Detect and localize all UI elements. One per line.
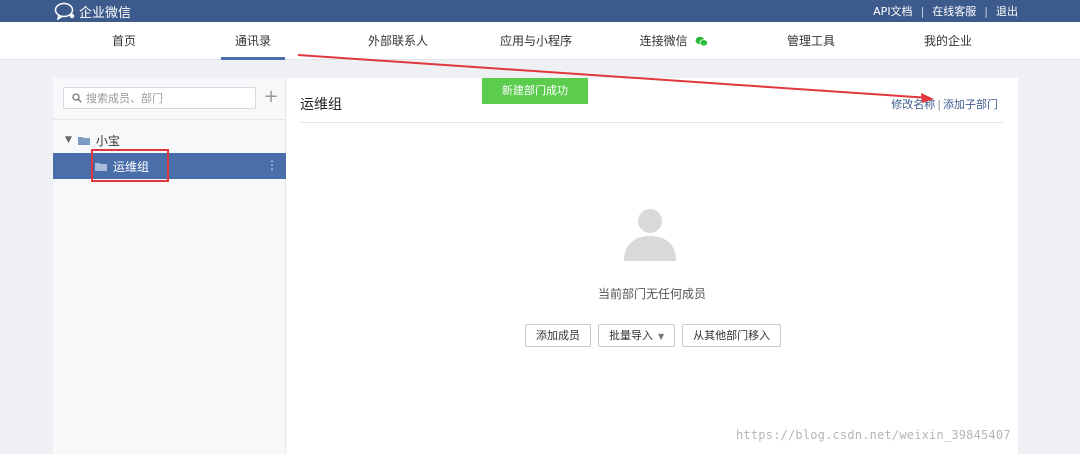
contacts-panel: + ▼ 小宝 运维组 ⋮ 运维组 新建部门成功 修改名称 | 添加子部门 <box>53 78 1018 454</box>
app-name: 企业微信 <box>79 5 132 21</box>
divider <box>53 119 285 120</box>
nav-item-admin-tools[interactable]: 管理工具 <box>781 22 841 60</box>
nav-item-contacts[interactable]: 通讯录 <box>221 22 285 60</box>
tree-node-root[interactable]: ▼ 小宝 <box>65 132 120 148</box>
caret-down-icon[interactable]: ▼ <box>65 135 72 145</box>
nav-item-my-company[interactable]: 我的企业 <box>918 22 978 60</box>
move-from-other-department-button[interactable]: 从其他部门移入 <box>682 324 782 347</box>
separator: | <box>984 4 988 18</box>
nav-item-connect-wechat-label: 连接微信 <box>639 34 688 48</box>
department-actions: 修改名称 | 添加子部门 <box>891 96 998 112</box>
api-docs-link[interactable]: API文档 <box>873 3 912 19</box>
dropdown-arrow-icon: ▼ <box>658 332 665 341</box>
member-actions: 添加成员 批量导入 ▼ 从其他部门移入 <box>525 324 788 347</box>
nav-item-external-contacts[interactable]: 外部联系人 <box>362 22 434 60</box>
department-content: 运维组 新建部门成功 修改名称 | 添加子部门 当前部门无任何成员 添加成员 批… <box>286 78 1018 454</box>
department-title: 运维组 <box>300 97 342 113</box>
separator: | <box>937 97 941 111</box>
tree-node-root-label: 小宝 <box>95 133 120 148</box>
empty-avatar-icon <box>624 209 676 261</box>
rename-link[interactable]: 修改名称 <box>891 96 935 112</box>
top-bar: 企业微信 API文档 | 在线客服 | 退出 <box>0 0 1080 22</box>
add-department-button[interactable]: + <box>261 86 281 108</box>
folder-icon <box>77 136 90 145</box>
annotation-highlight-box <box>91 149 169 182</box>
batch-import-label: 批量导入 <box>609 329 653 342</box>
tree-node-selected[interactable]: 运维组 ⋮ <box>53 153 286 179</box>
divider <box>300 122 1003 123</box>
nav-item-connect-wechat[interactable]: 连接微信 <box>636 22 712 60</box>
nav-item-apps[interactable]: 应用与小程序 <box>494 22 578 60</box>
add-subdepartment-link[interactable]: 添加子部门 <box>943 96 998 112</box>
nav-item-home[interactable]: 首页 <box>104 22 144 60</box>
wechat-icon <box>695 36 709 47</box>
empty-state-text: 当前部门无任何成员 <box>597 287 706 301</box>
department-sidebar: + ▼ 小宝 运维组 ⋮ <box>53 78 286 454</box>
search-input[interactable] <box>86 91 246 105</box>
separator: | <box>920 4 925 18</box>
online-support-link[interactable]: 在线客服 <box>932 3 976 19</box>
search-icon <box>72 93 82 103</box>
top-links: API文档 | 在线客服 | 退出 <box>873 3 1018 19</box>
more-options-icon[interactable]: ⋮ <box>266 158 278 172</box>
success-toast: 新建部门成功 <box>482 78 588 104</box>
watermark: https://blog.csdn.net/weixin_39845407 <box>736 428 1011 442</box>
wework-logo-icon <box>54 2 75 20</box>
search-box[interactable] <box>63 87 256 109</box>
add-member-button[interactable]: 添加成员 <box>525 324 591 347</box>
main-nav: 首页 通讯录 外部联系人 应用与小程序 连接微信 管理工具 我的企业 <box>0 22 1080 60</box>
batch-import-button[interactable]: 批量导入 ▼ <box>598 324 676 347</box>
app-logo[interactable]: 企业微信 <box>54 2 132 21</box>
logout-link[interactable]: 退出 <box>996 3 1018 19</box>
